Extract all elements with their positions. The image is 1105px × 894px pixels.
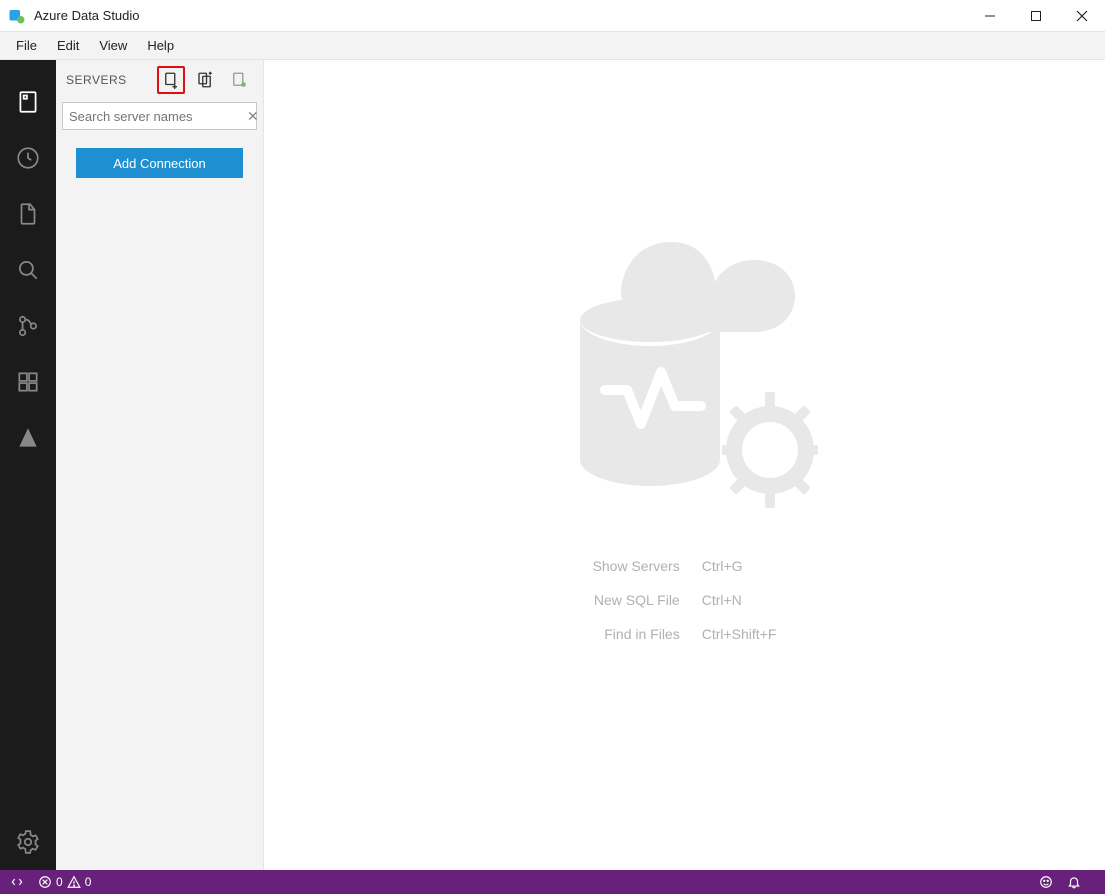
shortcut-label: Show Servers <box>593 558 680 574</box>
shortcut-label: Find in Files <box>593 626 680 642</box>
menu-edit[interactable]: Edit <box>47 34 89 57</box>
menu-view[interactable]: View <box>89 34 137 57</box>
activity-azure[interactable] <box>0 410 56 466</box>
activity-task-history[interactable] <box>0 130 56 186</box>
status-problems[interactable]: 0 0 <box>38 875 91 889</box>
shortcut-key: Ctrl+Shift+F <box>702 626 777 642</box>
main-area: SERVERS ✕ Add Connection <box>0 60 1105 870</box>
activity-extensions[interactable] <box>0 354 56 410</box>
maximize-button[interactable] <box>1013 0 1059 32</box>
sidebar-header: SERVERS <box>56 60 263 100</box>
shortcut-label: New SQL File <box>593 592 680 608</box>
status-notifications[interactable] <box>1067 875 1081 889</box>
menu-file[interactable]: File <box>6 34 47 57</box>
activity-explorer[interactable] <box>0 186 56 242</box>
minimize-button[interactable] <box>967 0 1013 32</box>
new-connection-icon[interactable] <box>157 66 185 94</box>
menu-bar: File Edit View Help <box>0 32 1105 60</box>
app-icon <box>8 7 26 25</box>
activity-settings[interactable] <box>0 814 56 870</box>
editor-welcome: Show Servers Ctrl+G New SQL File Ctrl+N … <box>264 60 1105 870</box>
activity-search[interactable] <box>0 242 56 298</box>
status-bar: 0 0 <box>0 870 1105 894</box>
sidebar: SERVERS ✕ Add Connection <box>56 60 264 870</box>
search-servers-box[interactable]: ✕ <box>62 102 257 130</box>
welcome-shortcuts: Show Servers Ctrl+G New SQL File Ctrl+N … <box>593 558 777 642</box>
menu-help[interactable]: Help <box>137 34 184 57</box>
sidebar-title: SERVERS <box>66 73 151 87</box>
status-feedback[interactable] <box>1039 875 1053 889</box>
search-servers-input[interactable] <box>69 109 245 124</box>
close-button[interactable] <box>1059 0 1105 32</box>
status-remote[interactable] <box>10 875 24 889</box>
title-bar: Azure Data Studio <box>0 0 1105 32</box>
status-warnings-count: 0 <box>85 875 92 889</box>
shortcut-key: Ctrl+G <box>702 558 777 574</box>
watermark-icon <box>525 190 845 530</box>
window-title: Azure Data Studio <box>34 8 140 23</box>
activity-source-control[interactable] <box>0 298 56 354</box>
new-server-group-icon[interactable] <box>191 66 219 94</box>
activity-bar <box>0 60 56 870</box>
clear-search-icon[interactable]: ✕ <box>245 108 261 125</box>
status-errors-count: 0 <box>56 875 63 889</box>
shortcut-key: Ctrl+N <box>702 592 777 608</box>
add-connection-button[interactable]: Add Connection <box>76 148 243 178</box>
activity-servers[interactable] <box>0 74 56 130</box>
show-active-connections-icon[interactable] <box>225 66 253 94</box>
